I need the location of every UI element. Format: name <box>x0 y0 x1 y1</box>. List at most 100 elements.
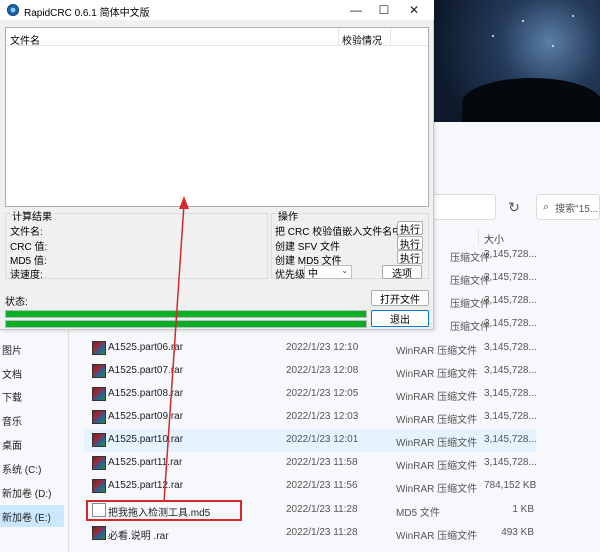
options-button[interactable]: 选项 <box>382 265 422 280</box>
file-type: WinRAR 压缩文件 <box>396 531 478 542</box>
table-row[interactable]: A1525.part09.rar 2022/1/23 12:03 WinRAR … <box>84 406 537 429</box>
address-bar[interactable] <box>432 194 496 220</box>
op-label-embed-crc: 把 CRC 校验值嵌入文件名中 <box>275 227 403 238</box>
table-row[interactable]: A1525.part07.rar 2022/1/23 12:08 WinRAR … <box>84 360 537 383</box>
file-size: 3,145,728... <box>484 365 537 376</box>
rar-file-icon <box>92 410 106 424</box>
priority-value: 中 <box>308 268 318 280</box>
app-icon <box>7 4 19 16</box>
file-date: 2022/1/23 11:28 <box>286 504 358 515</box>
nav-item-label: 文档 <box>2 369 22 381</box>
file-list[interactable]: 文件名 校验情况 <box>5 27 429 207</box>
file-size: 3,145,728... <box>484 249 537 260</box>
priority-select[interactable]: 中 ⌄ <box>304 265 352 280</box>
column-divider[interactable] <box>390 28 391 46</box>
result-label-crc: CRC 值: <box>10 242 48 253</box>
chevron-down-icon: ⌄ <box>341 266 348 275</box>
desktop-wallpaper <box>432 0 600 122</box>
file-date: 2022/1/23 11:58 <box>286 457 358 468</box>
file-date: 2022/1/23 11:28 <box>286 527 358 538</box>
column-header-status[interactable]: 校验情况 <box>342 32 382 47</box>
execute-embed-button[interactable]: 执行 <box>397 221 423 236</box>
execute-sfv-button[interactable]: 执行 <box>397 236 423 251</box>
table-row[interactable]: A1525.part10.rar 2022/1/23 12:01 WinRAR … <box>84 429 537 452</box>
nav-item-label: 下载 <box>2 392 22 404</box>
file-name: A1525.part07.rar <box>108 365 184 376</box>
nav-item-label: 新加卷 (E:) <box>2 512 51 524</box>
nav-item-label: 系统 (C:) <box>2 464 42 476</box>
file-size: 493 KB <box>501 527 534 538</box>
rar-file-icon <box>92 479 106 493</box>
progress-bar <box>5 310 367 318</box>
file-size: 3,145,728... <box>484 342 537 353</box>
nav-item-pictures[interactable]: 图片 <box>0 338 64 360</box>
result-label-speed: 读速度: <box>10 270 43 281</box>
nav-item-drive-e[interactable]: 新加卷 (E:) <box>0 505 64 527</box>
nav-item-label: 音乐 <box>2 416 22 428</box>
results-title: 计算结果 <box>10 208 54 223</box>
file-size: 3,145,728... <box>484 411 537 422</box>
file-type: WinRAR 压缩文件 <box>396 346 478 357</box>
file-date: 2022/1/23 11:56 <box>286 480 358 491</box>
file-size: 784,152 KB <box>484 480 537 491</box>
rar-file-icon <box>92 433 106 447</box>
rapidcrc-window: RapidCRC 0.6.1 简体中文版 — ☐ ✕ 文件名 校验情况 计算结果… <box>0 0 434 330</box>
execute-md5-button[interactable]: 执行 <box>397 250 423 265</box>
open-file-button[interactable]: 打开文件 <box>371 290 429 306</box>
maximize-icon[interactable]: ☐ <box>370 0 398 20</box>
file-type: WinRAR 压缩文件 <box>396 438 478 449</box>
file-size: 1 KB <box>512 504 534 515</box>
nav-item-label: 新加卷 (D:) <box>2 488 52 500</box>
nav-item-drive-c[interactable]: 系统 (C:) <box>0 457 64 479</box>
op-label-create-sfv: 创建 SFV 文件 <box>275 242 341 253</box>
table-row[interactable]: A1525.part06.rar 2022/1/23 12:10 WinRAR … <box>84 337 537 360</box>
minimize-icon[interactable]: — <box>342 0 370 20</box>
search-input[interactable]: ⌕ 搜索"15... <box>536 194 600 220</box>
priority-label: 优先级 <box>275 270 305 281</box>
file-name: A1525.part06.rar <box>108 342 184 353</box>
file-date: 2022/1/23 12:03 <box>286 411 359 422</box>
result-label-md5: MD5 值: <box>10 256 47 267</box>
pane-divider <box>68 330 69 552</box>
progress-fill <box>6 321 366 327</box>
file-type: MD5 文件 <box>396 508 440 519</box>
results-group: 计算结果 文件名: CRC 值: MD5 值: 读速度: <box>5 208 268 281</box>
column-divider[interactable] <box>338 28 339 46</box>
file-size: 3,145,728... <box>484 272 537 283</box>
nav-item-label: 图片 <box>2 345 22 357</box>
file-size: 3,145,728... <box>484 318 537 329</box>
nav-item-downloads[interactable]: 下载 <box>0 385 64 407</box>
nav-item-documents[interactable]: 文档 <box>0 362 64 384</box>
file-size: 3,145,728... <box>484 434 537 445</box>
file-name: A1525.part10.rar <box>108 434 184 445</box>
nav-item-desktop[interactable]: 桌面 <box>0 433 64 455</box>
table-row[interactable]: 必看.说明 .rar 2022/1/23 11:28 WinRAR 压缩文件 4… <box>84 522 536 545</box>
navigation-pane: 图片 文档 下载 音乐 桌面 系统 (C:) 新加卷 (D:) 新加卷 (E:) <box>0 330 64 552</box>
rar-file-icon <box>92 341 106 355</box>
nav-item-music[interactable]: 音乐 <box>0 409 64 431</box>
rar-file-icon <box>92 456 106 470</box>
file-type: WinRAR 压缩文件 <box>396 369 478 380</box>
refresh-icon[interactable]: ↻ <box>502 194 526 220</box>
rar-file-icon <box>92 364 106 378</box>
status-label: 状态: <box>5 297 28 308</box>
file-type: WinRAR 压缩文件 <box>396 461 478 472</box>
search-icon: ⌕ <box>543 200 550 213</box>
exit-button[interactable]: 退出 <box>371 310 429 327</box>
column-header-filename[interactable]: 文件名 <box>10 32 40 47</box>
file-type: WinRAR 压缩文件 <box>396 484 478 495</box>
table-row[interactable]: A1525.part12.rar 2022/1/23 11:56 WinRAR … <box>84 475 536 498</box>
title-bar[interactable]: RapidCRC 0.6.1 简体中文版 — ☐ ✕ <box>0 0 434 20</box>
table-row[interactable]: A1525.part08.rar 2022/1/23 12:05 WinRAR … <box>84 383 537 406</box>
file-name: 必看.说明 .rar <box>108 531 169 542</box>
operations-title: 操作 <box>276 208 300 223</box>
window-title: RapidCRC 0.6.1 简体中文版 <box>24 8 150 19</box>
close-icon[interactable]: ✕ <box>400 0 428 20</box>
list-header: 文件名 校验情况 <box>6 28 428 47</box>
nav-item-drive-d[interactable]: 新加卷 (D:) <box>0 481 64 503</box>
rar-file-icon <box>92 526 106 540</box>
file-name: A1525.part12.rar <box>108 480 184 491</box>
table-row[interactable]: A1525.part11.rar 2022/1/23 11:58 WinRAR … <box>84 452 537 475</box>
progress-fill <box>6 311 366 317</box>
result-label-filename: 文件名: <box>10 227 43 238</box>
